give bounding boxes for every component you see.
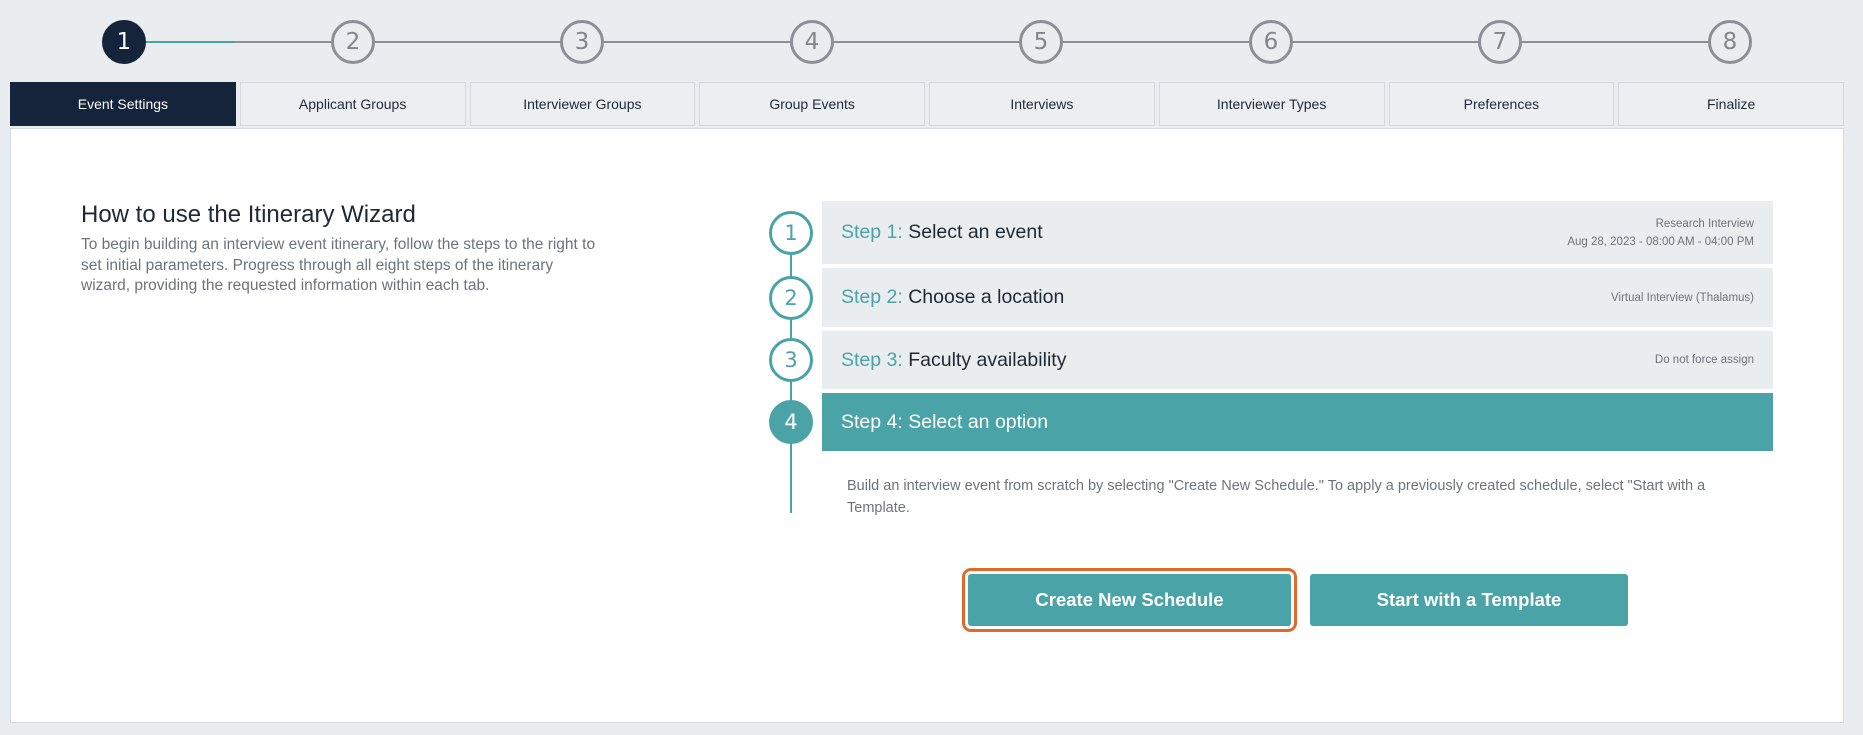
tab-group-events[interactable]: Group Events bbox=[699, 82, 925, 126]
tab-finalize[interactable]: Finalize bbox=[1618, 82, 1844, 126]
step-4-title: Step 4: Select an option bbox=[841, 411, 1048, 434]
step-4-row[interactable]: Step 4: Select an option bbox=[822, 393, 1773, 451]
step-4-label: Select an option bbox=[908, 410, 1049, 433]
step-3-row[interactable]: Step 3: Faculty availability Do not forc… bbox=[822, 331, 1773, 389]
progress-step-5[interactable]: 5 bbox=[1019, 20, 1063, 64]
step-2-row[interactable]: Step 2: Choose a location Virtual Interv… bbox=[822, 268, 1773, 327]
progress-step-4[interactable]: 4 bbox=[790, 20, 834, 64]
step-1-label: Select an event bbox=[908, 221, 1043, 243]
progress-step-8[interactable]: 8 bbox=[1708, 20, 1752, 64]
step-4-prefix: Step 4: bbox=[841, 410, 903, 433]
step-4-description: Build an interview event from scratch by… bbox=[847, 478, 1706, 516]
tab-interviewer-types[interactable]: Interviewer Types bbox=[1158, 82, 1385, 126]
tab-event-settings[interactable]: Event Settings bbox=[10, 82, 236, 126]
step-3-prefix: Step 3: bbox=[841, 348, 903, 371]
step-2-title: Step 2: Choose a location bbox=[841, 286, 1064, 309]
step-1-title: Step 1: Select an event bbox=[841, 221, 1043, 244]
step-2-circle: 2 bbox=[769, 276, 813, 320]
progress-step-2[interactable]: 2 bbox=[331, 20, 375, 64]
progress-step-3[interactable]: 3 bbox=[560, 20, 604, 64]
step-2-prefix: Step 2: bbox=[841, 286, 903, 308]
intro-body: To begin building an interview event iti… bbox=[81, 236, 596, 294]
step-1-prefix: Step 1: bbox=[841, 221, 903, 243]
start-with-template-button[interactable]: Start with a Template bbox=[1310, 574, 1628, 626]
step-3-summary: Do not force assign bbox=[1654, 354, 1754, 366]
wizard-tabs: Event Settings Applicant Groups Intervie… bbox=[10, 82, 1844, 126]
intro-section: How to use the Itinerary Wizard To begin… bbox=[81, 201, 601, 297]
progress-step-6[interactable]: 6 bbox=[1249, 20, 1293, 64]
tab-interviews[interactable]: Interviews bbox=[929, 82, 1155, 126]
tab-preferences[interactable]: Preferences bbox=[1388, 82, 1615, 126]
intro-title: How to use the Itinerary Wizard bbox=[81, 201, 416, 228]
progress-step-7[interactable]: 7 bbox=[1478, 20, 1522, 64]
step-1-summary: Research Interview Aug 28, 2023 - 08:00 … bbox=[1567, 215, 1754, 251]
step-3-circle: 3 bbox=[769, 338, 813, 382]
step-2-summary: Virtual Interview (Thalamus) bbox=[1611, 291, 1754, 304]
tab-interviewer-groups[interactable]: Interviewer Groups bbox=[469, 82, 696, 126]
wizard-progress: 1 2 3 4 5 6 7 8 bbox=[0, 0, 1863, 84]
progress-step-1[interactable]: 1 bbox=[102, 20, 146, 64]
step-1-event-name: Research Interview bbox=[1655, 217, 1754, 230]
event-settings-panel: How to use the Itinerary Wizard To begin… bbox=[10, 128, 1844, 723]
step-1-event-date: Aug 28, 2023 - 08:00 AM - 04:00 PM bbox=[1567, 235, 1754, 248]
step-2-label: Choose a location bbox=[908, 286, 1065, 308]
step-4-circle: 4 bbox=[769, 400, 813, 444]
step-1-row[interactable]: Step 1: Select an event Research Intervi… bbox=[822, 201, 1773, 264]
create-new-schedule-button[interactable]: Create New Schedule bbox=[962, 568, 1297, 632]
step-3-label: Faculty availability bbox=[908, 348, 1067, 371]
tab-applicant-groups[interactable]: Applicant Groups bbox=[239, 82, 466, 126]
step-3-title: Step 3: Faculty availability bbox=[841, 349, 1066, 372]
step-1-circle: 1 bbox=[769, 211, 813, 255]
